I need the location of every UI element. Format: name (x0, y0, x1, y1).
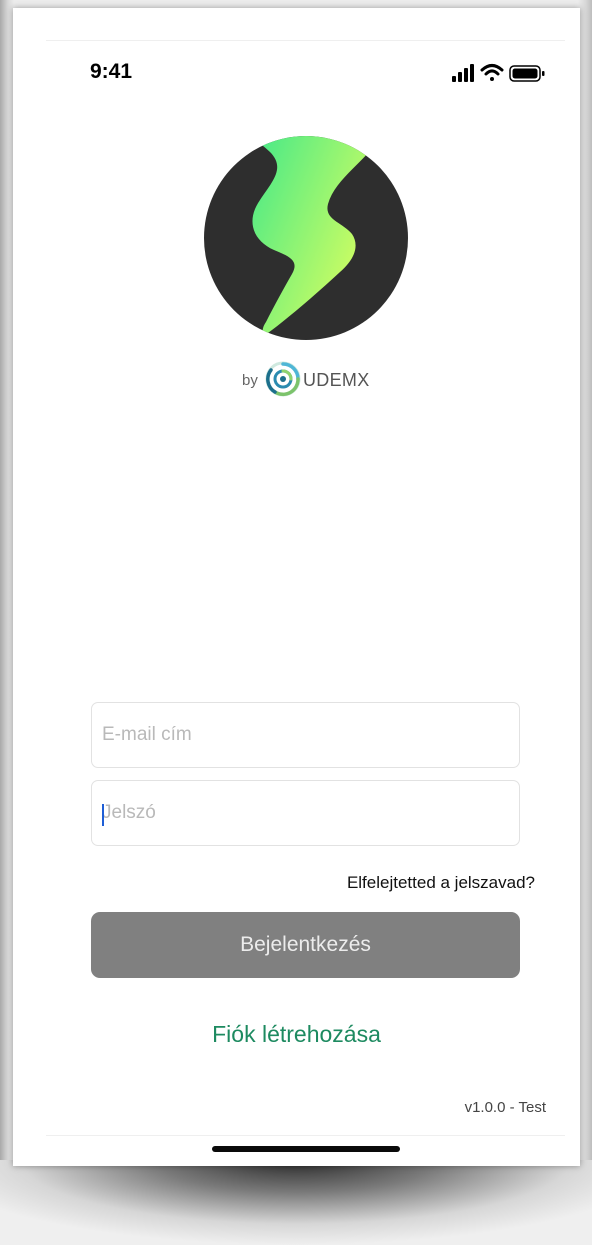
top-divider (46, 40, 565, 41)
status-icons (452, 64, 545, 82)
bottom-divider (46, 1135, 565, 1136)
email-input[interactable] (102, 703, 507, 767)
login-button[interactable]: Bejelentkezés (91, 912, 520, 978)
device-floor-shadow (0, 1160, 592, 1245)
company-name: UDEMX (303, 370, 370, 390)
forgot-password-link[interactable]: Elfelejtetted a jelszavad? (347, 873, 535, 893)
version-label: v1.0.0 - Test (464, 1099, 546, 1116)
app-logo (204, 136, 408, 340)
status-time: 9:41 (90, 60, 133, 83)
email-field-container (91, 702, 520, 768)
text-cursor (102, 804, 104, 826)
cellular-signal-icon (452, 64, 474, 82)
home-indicator[interactable] (212, 1146, 400, 1152)
password-input[interactable] (102, 781, 507, 845)
password-field-container (91, 780, 520, 846)
phone-screen: 9:41 by UDEMX E-mail cím Elfelejtetted a… (13, 8, 580, 1166)
byline: by UDEMX (242, 360, 402, 400)
by-label: by (242, 372, 258, 389)
wifi-icon (480, 64, 504, 81)
battery-icon (509, 65, 545, 82)
udemx-swirl-icon (265, 361, 301, 397)
create-account-link[interactable]: Fiók létrehozása (13, 1021, 580, 1048)
